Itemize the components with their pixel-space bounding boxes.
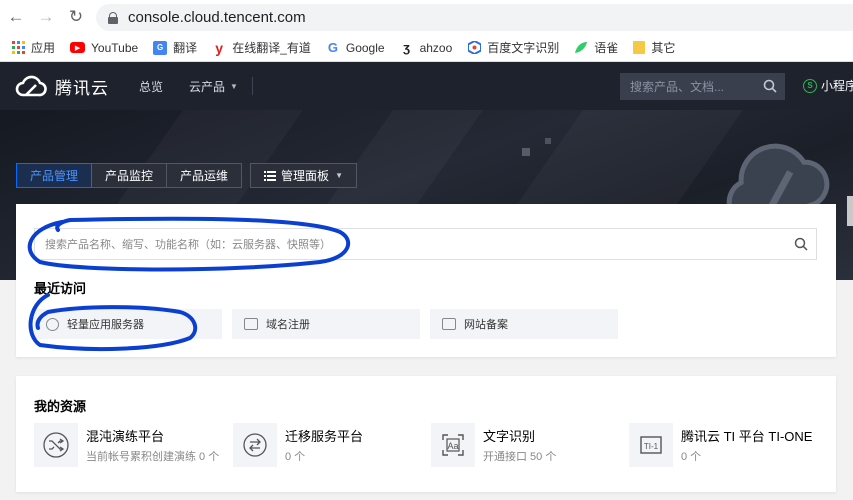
tab-label: 管理面板 — [281, 169, 330, 183]
header-search-input[interactable]: 搜索产品、文档... — [620, 73, 785, 100]
tab-label: 产品管理 — [30, 169, 79, 183]
brand-logo[interactable]: 腾讯云 — [15, 74, 109, 99]
bookmark-label: 应用 — [31, 41, 56, 55]
list-icon — [264, 170, 277, 181]
ahzoo-icon: ʒ — [403, 40, 410, 55]
tab-product-ops[interactable]: 产品运维 — [166, 163, 243, 188]
resource-count: 当前帐号累积创建演练 0 个 — [86, 451, 220, 463]
tab-label: 产品监控 — [105, 169, 154, 183]
bookmark-folder-other[interactable]: 其它 — [633, 39, 675, 56]
mini-program-icon: S — [803, 78, 817, 93]
youdao-icon: y — [215, 39, 224, 56]
google-icon: G — [327, 40, 338, 55]
translate-icon: G — [153, 40, 168, 55]
bookmark-label: 翻译 — [173, 41, 198, 55]
brand-name: 腾讯云 — [55, 78, 109, 98]
address-bar[interactable]: console.cloud.tencent.com — [96, 4, 853, 31]
bookmark-google[interactable]: G Google — [326, 40, 385, 55]
recent-item-label: 域名注册 — [266, 319, 310, 331]
bookmark-label: 百度文字识别 — [487, 41, 560, 55]
tab-label: 产品运维 — [180, 169, 229, 183]
resource-item-ocr[interactable]: Aa 文字识别 开通接口 50 个 — [431, 423, 621, 471]
migrate-icon — [233, 423, 277, 467]
bookmark-label: ahzoo — [419, 40, 453, 55]
resource-name: 混沌演练平台 — [86, 429, 165, 444]
search-icon[interactable] — [763, 79, 777, 93]
apps-grid-icon — [11, 41, 25, 55]
resource-item-chaos[interactable]: 混沌演练平台 当前帐号累积创建演练 0 个 — [34, 423, 224, 471]
resource-name: 迁移服务平台 — [285, 429, 364, 444]
ocr-icon: Aa — [431, 423, 475, 467]
recent-item-label: 网站备案 — [464, 319, 508, 331]
bookmark-label: YouTube — [91, 40, 139, 55]
resource-item-migration[interactable]: 迁移服务平台 0 个 — [233, 423, 423, 471]
recent-visits-title: 最近访问 — [34, 281, 87, 296]
console-header: 腾讯云 总览 云产品 ▼ 搜索产品、文档... S 小程序 — [0, 62, 853, 110]
nav-cloud-products-label: 云产品 — [189, 79, 226, 94]
my-resources-title: 我的资源 — [34, 399, 87, 414]
nav-cloud-products[interactable]: 云产品 ▼ — [189, 78, 238, 95]
nav-overview-label: 总览 — [139, 79, 164, 94]
nav-divider — [251, 77, 253, 95]
resource-item-ti-one[interactable]: TI-1 腾讯云 TI 平台 TI-ONE 0 个 — [629, 423, 819, 471]
bookmark-label: 语雀 — [594, 41, 619, 55]
domain-icon — [244, 318, 258, 330]
resource-count: 0 个 — [681, 451, 702, 463]
scrollbar-thumb[interactable] — [847, 196, 853, 226]
tab-product-management[interactable]: 产品管理 — [16, 163, 93, 188]
bookmark-ahzoo[interactable]: ʒ ahzoo — [400, 40, 453, 55]
bookmark-apps[interactable]: 应用 — [11, 39, 55, 56]
tab-product-monitoring[interactable]: 产品监控 — [91, 163, 168, 188]
nav-overview[interactable]: 总览 — [139, 78, 163, 95]
header-search-placeholder: 搜索产品、文档... — [630, 80, 725, 94]
recent-item-lighthouse[interactable]: 轻量应用服务器 — [34, 309, 222, 339]
product-search-card: 搜索产品名称、缩写、功能名称（如：云服务器、快照等） 最近访问 轻量应用服务器 … — [16, 204, 836, 357]
bookmark-youdao[interactable]: y 在线翻译_有道 — [212, 39, 311, 56]
resource-count: 开通接口 50 个 — [483, 451, 557, 463]
resource-name: 腾讯云 TI 平台 TI-ONE — [681, 429, 813, 444]
mini-program-label: 小程序 — [821, 79, 853, 93]
caret-down-icon: ▼ — [335, 171, 343, 180]
resource-name: 文字识别 — [483, 429, 536, 444]
product-search-input[interactable]: 搜索产品名称、缩写、功能名称（如：云服务器、快照等） — [34, 228, 817, 260]
bookmark-label: 其它 — [651, 41, 676, 55]
caret-down-icon: ▼ — [230, 81, 238, 91]
mini-program-link[interactable]: S 小程序 — [803, 77, 853, 94]
recent-item-domain[interactable]: 域名注册 — [232, 309, 420, 339]
bookmark-yuque[interactable]: 语雀 — [574, 39, 618, 56]
console-tabs: 产品管理 产品监控 产品运维 管理面板 ▼ — [16, 163, 357, 188]
tencent-cloud-logo-icon — [15, 75, 47, 97]
bookmark-youtube[interactable]: ▶ YouTube — [70, 41, 138, 55]
record-icon — [442, 318, 456, 330]
back-arrow-icon[interactable]: ← — [2, 3, 30, 31]
product-search-placeholder: 搜索产品名称、缩写、功能名称（如：云服务器、快照等） — [45, 239, 331, 251]
resource-count: 0 个 — [285, 451, 306, 463]
browser-toolbar: ← → ↻ console.cloud.tencent.com — [0, 0, 853, 34]
reload-icon[interactable]: ↻ — [62, 3, 90, 31]
ti-one-icon: TI-1 — [629, 423, 673, 467]
folder-icon — [633, 41, 646, 54]
recent-item-record[interactable]: 网站备案 — [430, 309, 618, 339]
bookmark-translate[interactable]: G 翻译 — [153, 39, 197, 56]
shuffle-icon — [34, 423, 78, 467]
bookmarks-bar: 应用 ▶ YouTube G 翻译 y 在线翻译_有道 G Google ʒ a… — [0, 34, 853, 62]
bookmark-label: 在线翻译_有道 — [232, 41, 311, 55]
lighthouse-icon — [46, 317, 59, 331]
lock-icon — [108, 11, 118, 24]
youtube-icon: ▶ — [70, 42, 86, 53]
yuque-icon — [574, 41, 588, 55]
bookmark-label: Google — [345, 40, 385, 55]
bookmark-baidu-ocr[interactable]: 百度文字识别 — [467, 39, 559, 56]
recent-item-label: 轻量应用服务器 — [67, 319, 144, 331]
search-icon[interactable] — [794, 237, 808, 251]
svg-text:Aa: Aa — [447, 441, 458, 451]
tab-management-panel[interactable]: 管理面板 ▼ — [250, 163, 357, 188]
baidu-ocr-icon — [467, 41, 481, 55]
my-resources-card: 我的资源 混沌演练平台 当前帐号累积创建演练 0 个 迁移服务平台 0 个 Aa… — [16, 376, 836, 492]
address-url: console.cloud.tencent.com — [128, 9, 306, 26]
forward-arrow-icon[interactable]: → — [32, 3, 60, 31]
svg-text:TI-1: TI-1 — [644, 442, 659, 451]
